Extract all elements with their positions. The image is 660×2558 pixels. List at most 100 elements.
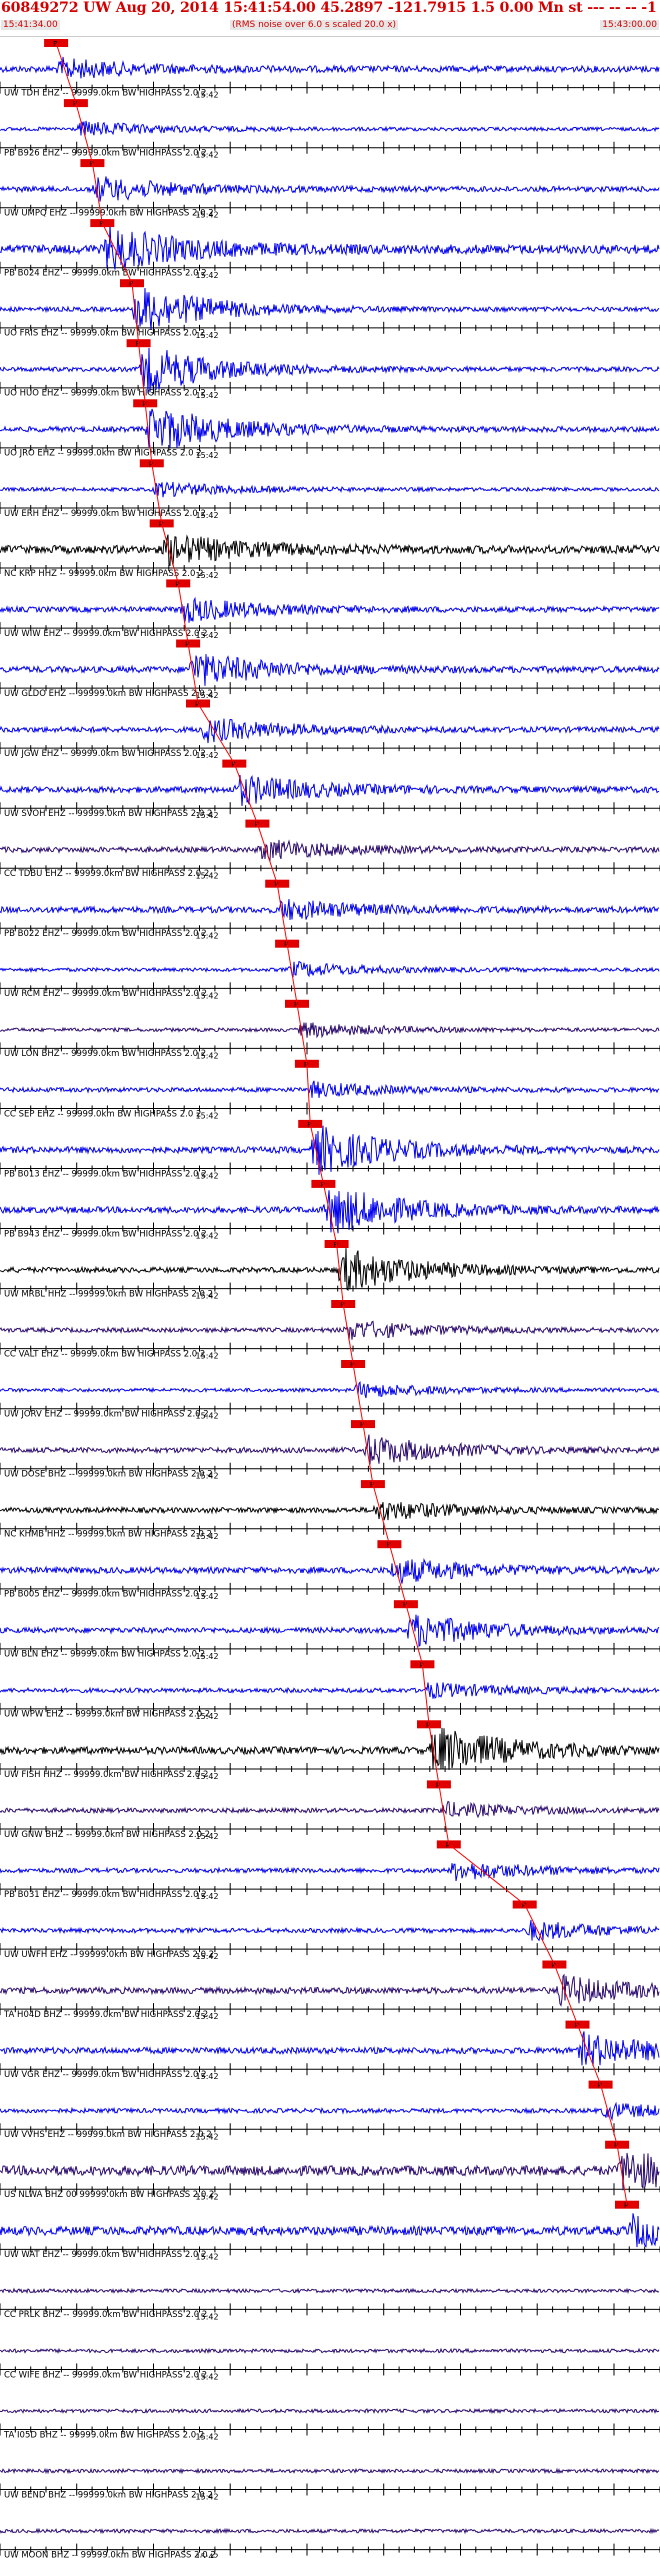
station-label: UW LON BHZ -- 99999.0km BW HIGHPASS 2.0 …: [4, 1049, 206, 1059]
station-label: US NLWA BHZ 00 99999.0km BW HIGHPASS 2.0…: [4, 2190, 214, 2200]
station-label: PB B024 EHZ -- 99999.0km BW HIGHPASS 2.0…: [4, 269, 207, 279]
waveform-trace: [0, 120, 660, 136]
scaling-note: (RMS noise over 6.0 s scaled 20.0 x): [230, 20, 399, 30]
station-label: UO HUO EHZ -- 99999.0km BW HIGHPASS 2.0 …: [4, 389, 206, 399]
station-label: PB B943 EHZ -- 99999.0km BW HIGHPASS 2.0…: [4, 1229, 207, 1239]
waveform-trace: [0, 1863, 660, 1882]
station-row: 15:42UW GLDO EHZ -- 99999.0km BW HIGHPAS…: [0, 639, 660, 700]
station-label: UW MOON BHZ -- 99999.0km BW HIGHPASS 2.0…: [4, 2550, 216, 2558]
station-row: 15:42NC KRP HHZ -- 99999.0km BW HIGHPASS…: [0, 519, 660, 580]
waveform-trace: [0, 960, 660, 978]
station-row: 15:42UW MOON BHZ -- 99999.0km BW HIGHPAS…: [0, 2527, 660, 2558]
station-label: UW DOSE BHZ -- 99999.0km BW HIGHPASS 2.0…: [4, 1470, 213, 1480]
station-label: TA H04D BHZ -- 99999.0km BW HIGHPASS 2.0…: [3, 2010, 208, 2020]
waveform-trace: [0, 347, 660, 394]
waveform-trace: [0, 2152, 660, 2191]
station-row: 15:42PB B031 EHZ -- 99999.0km BW HIGHPAS…: [0, 1840, 660, 1901]
station-label: UW BEND BHZ -- 99999.0km BW HIGHPASS 2.0…: [4, 2490, 213, 2500]
station-label: UW GLDO EHZ -- 99999.0km BW HIGHPASS 2.0…: [4, 689, 213, 699]
waveform-trace: [0, 1614, 660, 1648]
waveform-trace: [0, 596, 660, 623]
station-row: 15:42UW VGR EHZ -- 99999.0km BW HIGHPASS…: [0, 2020, 660, 2081]
waveform-trace: [0, 408, 660, 449]
station-label: PB B022 EHZ -- 99999.0km BW HIGHPASS 2.0…: [4, 929, 207, 939]
station-row: 15:42UO JRO EHZ -- 99999.0km BW HIGHPASS…: [0, 399, 660, 460]
station-label: UW MRBL HHZ -- 99999.0km BW HIGHPASS 2.0…: [4, 1289, 213, 1299]
station-row: 15:42UW TDH EHZ -- 99999.0km BW HIGHPASS…: [0, 39, 660, 100]
waveform-trace: [0, 1919, 660, 1942]
station-label: CC WIFE BHZ -- 99999.0km BW HIGHPASS 2.0…: [4, 2370, 207, 2380]
station-row: 15:42CC SEP EHZ -- 99999.0km BW HIGHPASS…: [0, 1059, 660, 1120]
station-row: 15:42UO FRIS EHZ -- 99999.0km BW HIGHPAS…: [0, 279, 660, 340]
waveform-trace: [0, 1380, 659, 1399]
waveform-trace: [0, 2031, 660, 2067]
station-row: 15:42CC PRLK BHZ -- 99999.0km BW HIGHPAS…: [0, 2287, 660, 2321]
waveform-trace: [0, 1682, 660, 1699]
station-row: 15:42US NLWA BHZ 00 99999.0km BW HIGHPAS…: [0, 2140, 660, 2201]
station-row: 15:42UW LON BHZ -- 99999.0km BW HIGHPASS…: [0, 999, 660, 1060]
waveform-trace: [0, 1558, 660, 1584]
event-title: 60849272 UW Aug 20, 2014 15:41:54.00 45.…: [1, 0, 657, 16]
station-label: UW GNW BHZ -- 99999.0km BW HIGHPASS 2.0 …: [4, 1830, 210, 1840]
station-label: UW WAT EHZ -- 99999.0km BW HIGHPASS 2.0 …: [4, 2250, 207, 2260]
plot-header: 60849272 UW Aug 20, 2014 15:41:54.00 45.…: [0, 0, 660, 37]
waveform-trace: [0, 2347, 660, 2355]
station-row: 15:42UW WIW EHZ -- 99999.0km BW HIGHPASS…: [0, 579, 660, 640]
station-label: PB B031 EHZ -- 99999.0km BW HIGHPASS 2.0…: [4, 1890, 207, 1900]
waveform-trace: [0, 224, 660, 271]
station-label: UW VVHS EHZ -- 99999.0km BW HIGHPASS 2.0…: [4, 2130, 212, 2140]
waveform-trace: [0, 839, 660, 862]
station-row: 15:42UW RCM EHZ -- 99999.0km BW HIGHPASS…: [0, 939, 660, 1000]
station-row: 15:42UW BEND BHZ -- 99999.0km BW HIGHPAS…: [0, 2467, 660, 2502]
waveform-trace: [0, 1248, 660, 1291]
waveform-trace: [0, 775, 660, 807]
station-label: UW ERH EHZ -- 99999.0km BW HIGHPASS 2.0 …: [4, 509, 206, 519]
waveform-trace: [0, 287, 660, 330]
station-label: UW JORV EHZ -- 99999.0km BW HIGHPASS 2.0…: [4, 1409, 209, 1419]
station-row: 15:42TA I05D BHZ -- 99999.0km BW HIGHPAS…: [0, 2407, 660, 2441]
waveform-trace: [0, 1125, 660, 1175]
station-row: 15:42UW DOSE BHZ -- 99999.0km BW HIGHPAS…: [0, 1420, 660, 1481]
waveform-trace: [0, 899, 660, 921]
station-label: CC PRLK BHZ -- 99999.0km BW HIGHPASS 2.0…: [4, 2310, 207, 2320]
station-label: UW UWFH EHZ -- 99999.0km BW HIGHPASS 2.0…: [4, 1950, 214, 1960]
station-row: 15:42UW UMPQ EHZ -- 99999.0km BW HIGHPAS…: [0, 159, 660, 220]
station-row: 15:42CC WIFE BHZ -- 99999.0km BW HIGHPAS…: [0, 2347, 660, 2381]
station-row: 15:42UW JORV EHZ -- 99999.0km BW HIGHPAS…: [0, 1360, 660, 1421]
station-row: 15:42UW WPW EHZ -- 99999.0km BW HIGHPASS…: [0, 1660, 660, 1721]
station-row: 15:42PB B013 EHZ -- 99999.0km BW HIGHPAS…: [0, 1119, 660, 1180]
station-row: 15:42UW UWFH EHZ -- 99999.0km BW HIGHPAS…: [0, 1900, 660, 1961]
station-row: 15:42UW JGW EHZ -- 99999.0km BW HIGHPASS…: [0, 699, 660, 760]
waveform-trace: [0, 176, 660, 202]
station-row: 15:42CC TDBU EHZ -- 99999.0km BW HIGHPAS…: [0, 819, 660, 880]
station-label: UW SVOH EHZ -- 99999.0km BW HIGHPASS 2.0…: [4, 809, 212, 819]
station-row: 15:42TA H04D BHZ -- 99999.0km BW HIGHPAS…: [0, 1960, 660, 2021]
seismogram-plot: 15:42UW TDH EHZ -- 99999.0km BW HIGHPASS…: [0, 39, 660, 2558]
waveform-trace: [0, 1502, 660, 1521]
station-row: 15:42PB B005 EHZ -- 99999.0km BW HIGHPAS…: [0, 1540, 660, 1601]
waveform-trace: [0, 534, 660, 567]
station-label: TA I05D BHZ -- 99999.0km BW HIGHPASS 2.0…: [3, 2430, 204, 2440]
station-label: UW UMPQ EHZ -- 99999.0km BW HIGHPASS 2.0…: [4, 209, 214, 219]
station-row: 15:42UW GNW BHZ -- 99999.0km BW HIGHPASS…: [0, 1780, 660, 1841]
station-label: PB B005 EHZ -- 99999.0km BW HIGHPASS 2.0…: [4, 1590, 207, 1600]
station-label: UW RCM EHZ -- 99999.0km BW HIGHPASS 2.0 …: [4, 989, 207, 999]
waveform-trace: [0, 1727, 660, 1770]
station-label: UO FRIS EHZ -- 99999.0km BW HIGHPASS 2.0…: [4, 329, 205, 339]
station-label: CC SEP EHZ -- 99999.0km BW HIGHPASS 2.0 …: [4, 1109, 201, 1119]
waveform-trace: [0, 2467, 660, 2475]
station-row: 15:42PB B024 EHZ -- 99999.0km BW HIGHPAS…: [0, 219, 660, 280]
station-label: UW JGW EHZ -- 99999.0km BW HIGHPASS 2.0 …: [4, 749, 206, 759]
station-row: 15:42UW MRBL HHZ -- 99999.0km BW HIGHPAS…: [0, 1240, 660, 1301]
station-row: 15:42UO HUO EHZ -- 99999.0km BW HIGHPASS…: [0, 339, 660, 400]
start-time: 15:41:34.00: [1, 20, 60, 30]
station-label: CC VALT EHZ -- 99999.0km BW HIGHPASS 2.0…: [4, 1349, 205, 1359]
station-label: UO JRO EHZ -- 99999.0km BW HIGHPASS 2.0 …: [4, 449, 202, 459]
station-row: 15:42UW BLN EHZ -- 99999.0km BW HIGHPASS…: [0, 1600, 660, 1661]
station-label: UW WPW EHZ -- 99999.0km BW HIGHPASS 2.0 …: [4, 1710, 210, 1720]
station-label: UW TDH EHZ -- 99999.0km BW HIGHPASS 2.0 …: [4, 88, 206, 98]
station-row: 15:42UW WAT EHZ -- 99999.0km BW HIGHPASS…: [0, 2200, 660, 2261]
waveform-trace: [0, 1800, 660, 1819]
station-label: PB B013 EHZ -- 99999.0km BW HIGHPASS 2.0…: [4, 1169, 207, 1179]
station-label: UW VGR EHZ -- 99999.0km BW HIGHPASS 2.0 …: [4, 2070, 207, 2080]
